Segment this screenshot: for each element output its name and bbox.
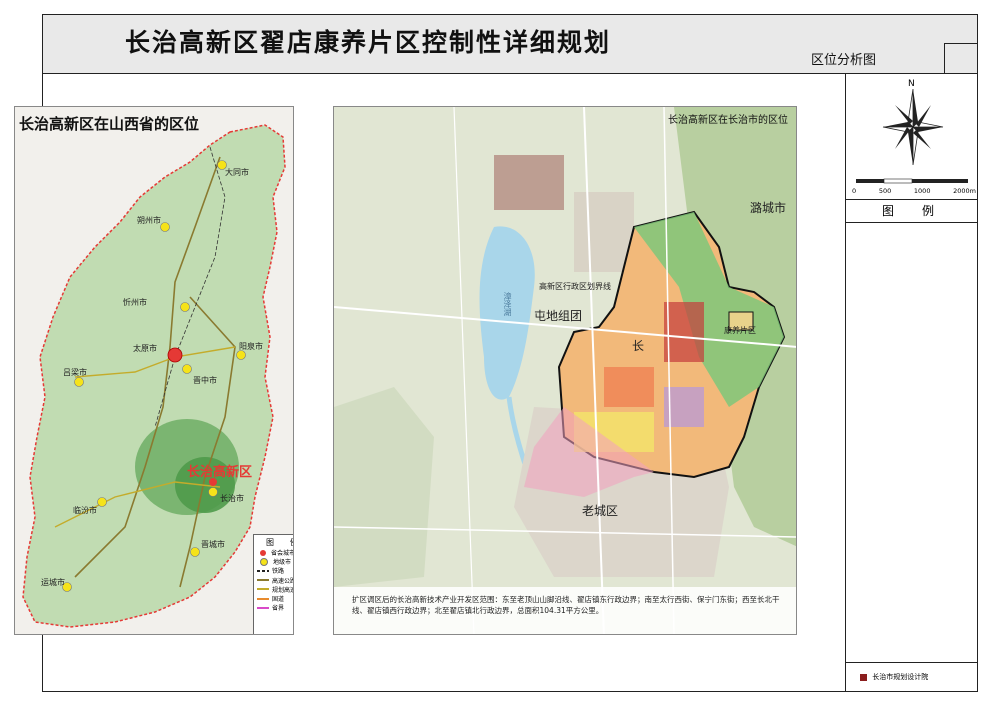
city-dot-linfen [97, 497, 107, 507]
city-dot-taiyuan [167, 347, 183, 363]
right-map-panel: 长治高新区在长治市的区位 漳泽湖 高新区行政区划界线 屯地组团 长 康养片区 潞… [333, 106, 797, 635]
right-map-title: 长治高新区在长治市的区位 [668, 115, 788, 126]
scale-label-0: 0 [852, 187, 857, 195]
legend-item-planned-expressway: 规划高速公路 [257, 585, 293, 594]
page-subtitle: 区位分析图 [811, 53, 877, 68]
city-dot-changzhi [208, 487, 218, 497]
legend-item-railway: 铁路 [257, 566, 293, 576]
sidebar: N 0 500 1000 2000m 图 例 长治市规划设计院 [845, 73, 978, 691]
highlight-zone-label: 长治高新区 [187, 465, 253, 480]
changzhi-map [334, 107, 796, 634]
legend-item-capital: 省会城市 [257, 548, 294, 558]
luancheng-label: 潞城市 [750, 201, 787, 215]
corner-stamp-box [944, 43, 977, 73]
kangyang-zone-label: 康养片区 [724, 326, 756, 335]
expressway-icon [257, 579, 269, 582]
title-bar: 长治高新区翟店康养片区控制性详细规划 区位分析图 [43, 15, 977, 74]
old-city-label: 老城区 [582, 504, 619, 518]
compass-box: N 0 500 1000 2000m [846, 73, 978, 200]
legend-label: 高速公路 [272, 577, 294, 585]
zone-caption: 扩区调区后的长治高新技术产业开发区范围：东至老顶山山脚沿线、翟店镇东行政边界；南… [352, 595, 780, 615]
legend-item-expressway: 高速公路 [257, 576, 294, 585]
compass-rose-icon [882, 88, 944, 166]
railway-icon [257, 569, 269, 572]
city-label-datong: 大同市 [225, 168, 249, 177]
capital-city-icon [260, 549, 266, 556]
city-label-taiyuan: 太原市 [133, 344, 157, 353]
city-icon [260, 557, 268, 566]
city-label-jincheng: 晋城市 [201, 540, 225, 549]
legend-label: 省会城市 [271, 550, 294, 558]
legend-item-national-road: 国道 [257, 594, 293, 604]
scale-label-2000m: 2000m [953, 187, 976, 195]
legend-label: 规划高速公路 [272, 586, 293, 594]
province-border-icon [257, 606, 269, 609]
city-label-changzhi: 长治市 [220, 494, 244, 503]
institute-name: 长治市规划设计院 [872, 673, 929, 681]
city-label-linfen: 临汾市 [73, 506, 97, 515]
legend-label: 国道 [272, 596, 285, 604]
scale-label-500: 500 [878, 187, 892, 195]
city-dot-jincheng [190, 547, 200, 557]
lake-label: 漳泽湖 [503, 292, 512, 316]
scale-bar [856, 178, 968, 184]
legend-item-province-border: 省界 [257, 603, 293, 613]
city-dot-jinzhong [182, 364, 192, 374]
city-dot-lvliang [74, 377, 84, 387]
legend-label: 省界 [272, 605, 285, 613]
city-dot-shuozhou [160, 222, 170, 232]
legend-label: 地级市 [273, 559, 292, 567]
city-label-yuncheng: 运城市 [41, 578, 65, 587]
planned-expressway-icon [257, 588, 269, 591]
tundi-label: 屯地组团 [534, 309, 583, 323]
city-dot-xinzhou [180, 302, 190, 312]
admin-boundary-label: 高新区行政区划界线 [539, 282, 611, 291]
page-title: 长治高新区翟店康养片区控制性详细规划 [125, 28, 612, 57]
footer-logo-box: 长治市规划设计院 [846, 662, 978, 691]
city-label-lvliang: 吕梁市 [63, 368, 87, 377]
city-label-yangquan: 阳泉市 [239, 342, 263, 351]
national-road-icon [257, 597, 269, 600]
city-label-shuozhou: 朔州市 [137, 216, 161, 225]
legend-item-city: 地级市 [257, 557, 293, 567]
city-label-jinzhong: 晋中市 [193, 376, 217, 385]
city-label-xinzhou: 忻州市 [123, 298, 147, 307]
legend-title: 图 例 [266, 538, 293, 547]
left-map-panel: 长治高新区在山西省的区位 大同市 朔州市 忻州市 太原市 阳泉市 吕梁市 晋中市… [14, 106, 294, 635]
scale-label-1000: 1000 [913, 187, 931, 195]
legend-label: 铁路 [272, 568, 285, 576]
left-map-legend: 图 例 省会城市 地级市 铁路 高速公路 规划高速公路 国道 省界 [253, 534, 294, 634]
sidebar-legend-title: 图 例 [846, 201, 978, 223]
left-map-title: 长治高新区在山西省的区位 [19, 115, 200, 133]
scale-labels: 0 500 1000 2000m [852, 187, 976, 195]
chang-label: 长 [632, 339, 645, 353]
institute-logo-icon [860, 673, 867, 681]
